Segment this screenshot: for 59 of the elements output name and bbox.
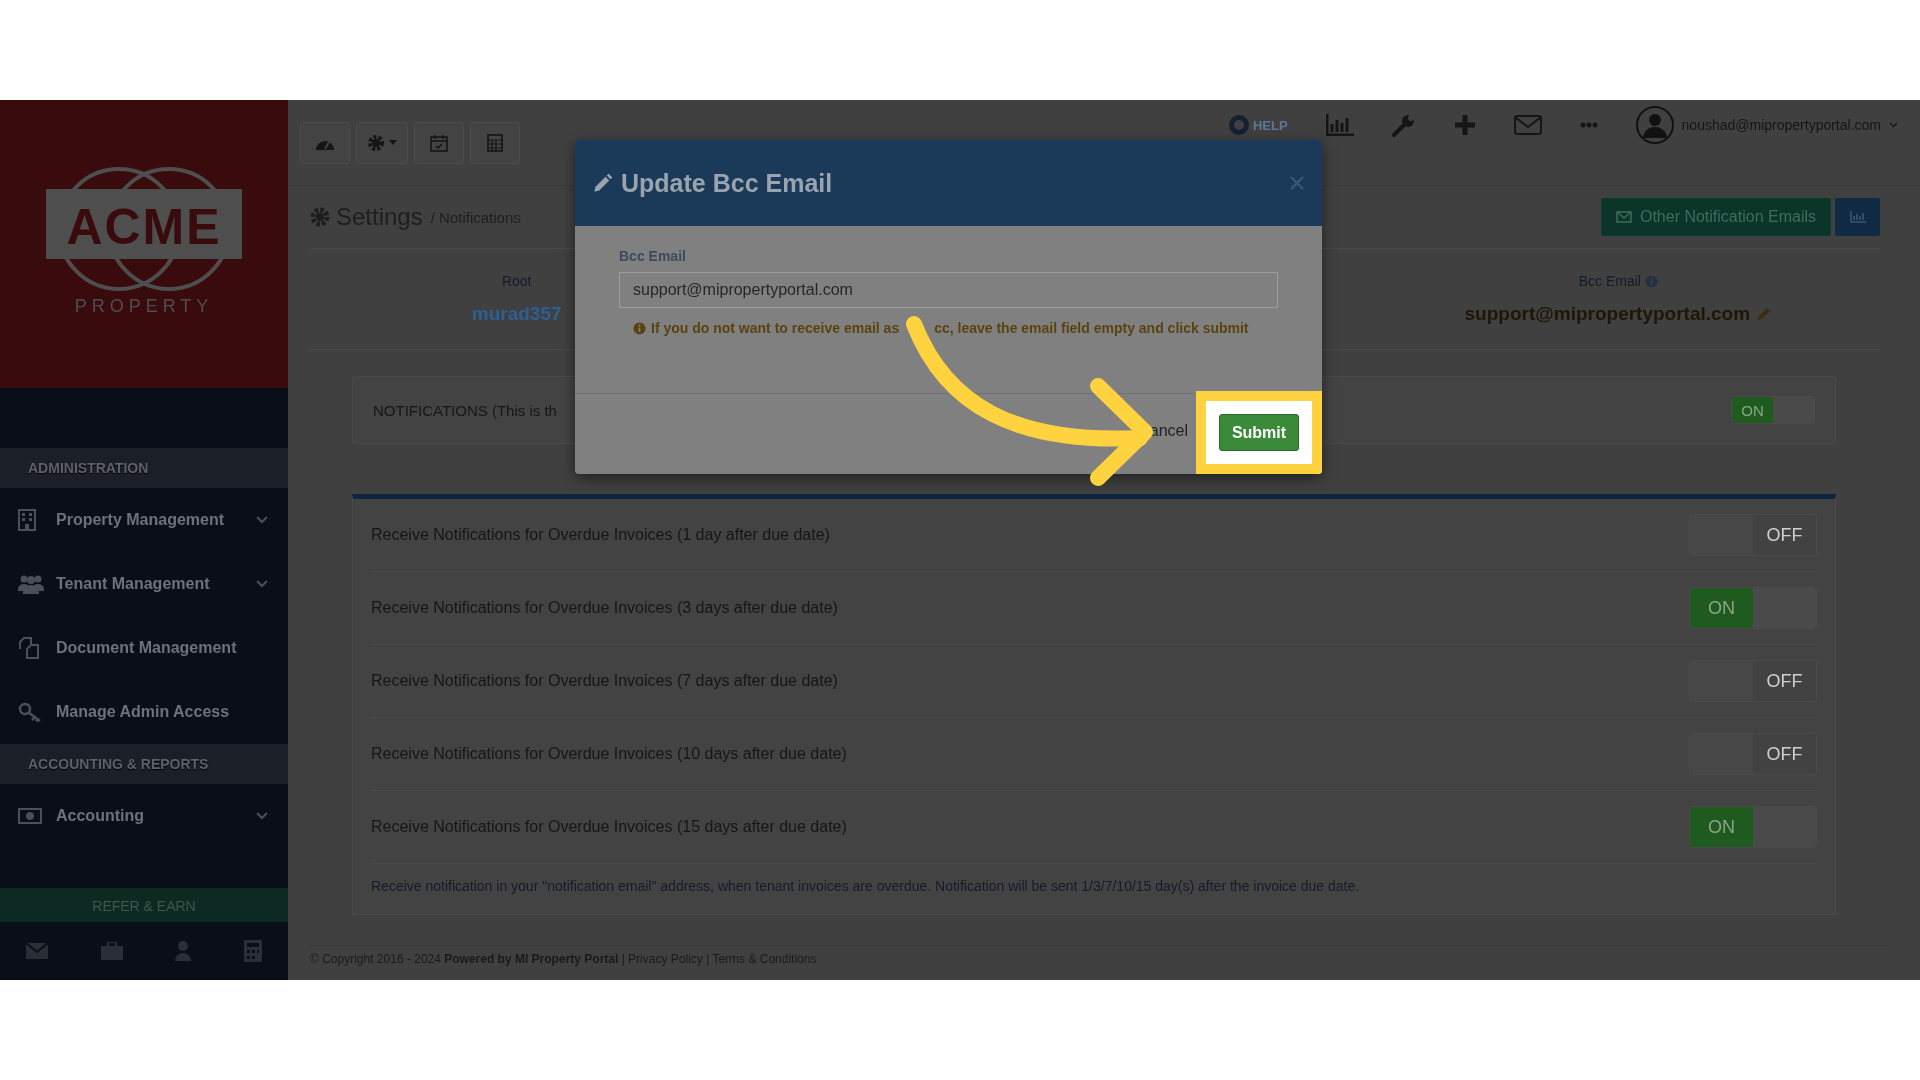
info-icon (633, 321, 646, 335)
pencil-icon[interactable] (1756, 306, 1773, 322)
calculator-icon (487, 133, 503, 152)
more-icon[interactable] (1579, 122, 1598, 128)
pencil-icon (593, 173, 613, 193)
money-icon (18, 808, 42, 824)
toggle-switch[interactable]: ON (1689, 806, 1817, 848)
hint-text: cc, leave the email field empty and click submit (934, 320, 1249, 336)
chart-button[interactable] (1835, 198, 1880, 236)
hint-text: If you do not want to receive email as (651, 320, 900, 336)
cancel-button[interactable]: ancel (1149, 422, 1188, 440)
bcc-email-value: support@mipropertyportal.com (1464, 303, 1751, 325)
mail-icon[interactable] (26, 943, 49, 959)
toggle-switch[interactable]: ON (1731, 396, 1815, 424)
calendar-button[interactable] (414, 121, 464, 164)
help-link[interactable]: HELP (1228, 115, 1288, 135)
section-heading: ADMINISTRATION (0, 448, 288, 488)
field-label: Bcc Email (619, 248, 687, 264)
users-icon (18, 574, 44, 594)
calculator-icon[interactable] (243, 940, 262, 962)
building-icon (18, 509, 36, 531)
toggle-switch[interactable]: ON (1689, 587, 1817, 629)
calendar-icon (430, 133, 448, 152)
sidebar-item[interactable]: Manage Admin Access (0, 680, 288, 744)
avatar-icon (1635, 106, 1674, 144)
section-heading: ACCOUNTING & REPORTS (0, 744, 288, 784)
bar-chart-icon (1849, 211, 1866, 223)
settings-dropdown-button[interactable] (356, 121, 408, 164)
toggle-switch[interactable]: OFF (1689, 733, 1817, 775)
calculator-button[interactable] (470, 121, 520, 164)
toggle-switch[interactable]: OFF (1689, 660, 1817, 702)
briefcase-icon[interactable] (100, 942, 123, 960)
bcc-email-input[interactable]: support@mipropertyportal.com (619, 272, 1278, 308)
info-icon (1644, 274, 1658, 288)
sidebar-item[interactable]: Document Management (0, 616, 288, 680)
dashboard-button[interactable] (300, 121, 350, 164)
plus-icon[interactable] (1453, 114, 1476, 136)
user-icon[interactable] (175, 941, 192, 961)
root-email-value: murad357 (471, 303, 562, 325)
modal-title: Update Bcc Email (621, 168, 834, 198)
toggle-switch[interactable]: OFF (1689, 514, 1817, 556)
sidebar-item[interactable]: Property Management (0, 488, 288, 552)
sidebar-item[interactable]: Accounting (0, 784, 288, 848)
other-notification-emails-button[interactable]: Other Notification Emails (1600, 198, 1831, 236)
mail-icon[interactable] (1513, 115, 1542, 135)
sidebar-item[interactable]: Tenant Management (0, 552, 288, 616)
envelope-icon (1615, 211, 1632, 223)
chevron-down-icon (1889, 122, 1898, 128)
lifebuoy-icon (1228, 115, 1249, 135)
logo: ACME PROPERTY (44, 164, 244, 324)
documents-icon (18, 637, 40, 659)
caret-icon (389, 140, 397, 145)
key-icon (18, 702, 42, 722)
gear-icon (367, 133, 385, 152)
close-icon[interactable] (1290, 176, 1304, 190)
bar-chart-icon[interactable] (1325, 114, 1354, 136)
gear-icon (310, 207, 330, 227)
submit-button[interactable]: Submit (1218, 414, 1300, 451)
wrench-icon[interactable] (1391, 113, 1416, 137)
